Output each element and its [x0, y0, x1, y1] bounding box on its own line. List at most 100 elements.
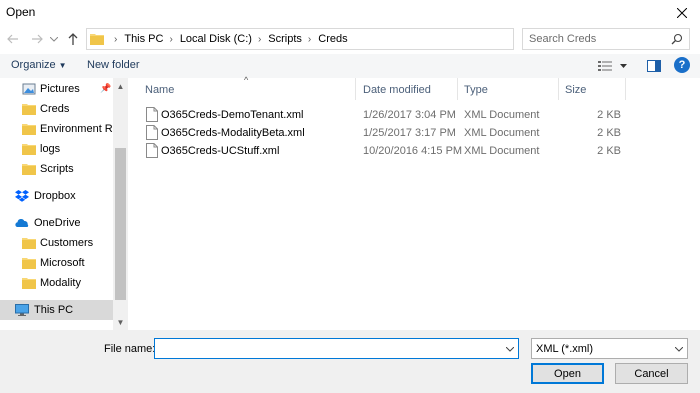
cancel-button[interactable]: Cancel — [615, 363, 688, 384]
organize-button[interactable]: Organize ▼ — [11, 59, 67, 71]
back-arrow-icon — [7, 34, 18, 44]
sidebar-item-label: Environment Rep — [40, 123, 113, 135]
new-folder-button[interactable]: New folder — [87, 59, 140, 71]
pin-icon: 📌 — [100, 83, 112, 93]
dialog-footer: File name: XML (*.xml) Open Cancel — [0, 330, 700, 393]
command-bar: Organize ▼ New folder ? — [0, 54, 700, 78]
change-view-button[interactable] — [598, 58, 630, 74]
breadcrumb-separator-icon: › — [307, 33, 312, 45]
table-row[interactable]: O365Creds-DemoTenant.xml 1/26/2017 3:04 … — [142, 106, 647, 124]
chevron-down-icon — [50, 36, 58, 42]
sidebar-item-customers[interactable]: Customers — [0, 233, 113, 253]
column-header-type[interactable]: Type — [464, 84, 488, 96]
caret-down-icon: ▼ — [58, 61, 67, 70]
forward-arrow-icon — [32, 34, 43, 44]
column-divider[interactable] — [625, 78, 626, 100]
breadcrumb-scripts[interactable]: Scripts — [268, 33, 302, 45]
file-name-dropdown-button[interactable] — [504, 343, 516, 355]
computer-icon — [15, 304, 29, 316]
column-header-date[interactable]: Date modified — [363, 84, 431, 96]
search-box[interactable] — [522, 28, 690, 50]
column-header-size[interactable]: Size — [565, 84, 586, 96]
breadcrumb-this-pc[interactable]: This PC — [124, 33, 163, 45]
column-divider[interactable] — [355, 78, 356, 100]
window-title: Open — [6, 5, 36, 19]
file-type: XML Document — [464, 145, 540, 157]
sidebar-item-this-pc[interactable]: This PC — [0, 300, 113, 320]
forward-button[interactable] — [28, 30, 46, 48]
file-size: 2 KB — [597, 109, 621, 121]
caret-down-icon — [620, 64, 627, 68]
close-icon — [677, 8, 687, 18]
sidebar-item-label: Dropbox — [34, 190, 76, 202]
sidebar-item-onedrive[interactable]: OneDrive — [0, 213, 113, 233]
file-name-combobox[interactable] — [154, 338, 519, 359]
breadcrumb-separator-icon: › — [169, 33, 173, 45]
breadcrumb-separator-icon: › — [114, 33, 118, 45]
open-button[interactable]: Open — [531, 363, 604, 384]
sidebar-item-logs[interactable]: logs — [0, 139, 113, 159]
file-name: O365Creds-UCStuff.xml — [161, 145, 280, 157]
back-button[interactable] — [4, 30, 22, 48]
sort-ascending-icon: ^ — [244, 75, 249, 85]
file-type: XML Document — [464, 109, 540, 121]
file-date: 1/25/2017 3:17 PM — [363, 127, 456, 139]
folder-icon — [22, 164, 36, 175]
file-name-label: File name: — [104, 343, 156, 355]
sidebar-item-environment-rep[interactable]: Environment Rep — [0, 119, 113, 139]
sidebar-item-scripts[interactable]: Scripts — [0, 159, 113, 179]
column-divider[interactable] — [558, 78, 559, 100]
folder-icon — [22, 104, 36, 115]
file-size: 2 KB — [597, 145, 621, 157]
close-button[interactable] — [664, 0, 700, 26]
search-input[interactable] — [529, 32, 659, 46]
file-size: 2 KB — [597, 127, 621, 139]
address-bar[interactable]: › This PC › Local Disk (C:) › Scripts › … — [86, 28, 595, 50]
navigation-scrollbar[interactable]: ▲ ▼ — [113, 78, 128, 330]
search-icon[interactable] — [669, 32, 685, 46]
folder-icon — [22, 258, 36, 269]
preview-pane-button[interactable] — [646, 58, 662, 74]
onedrive-icon — [15, 219, 29, 227]
sidebar-item-label: Pictures — [40, 83, 80, 95]
breadcrumb-local-disk[interactable]: Local Disk (C:) — [180, 33, 252, 45]
folder-icon — [90, 34, 104, 45]
sidebar-item-label: Modality — [40, 277, 81, 289]
up-button[interactable] — [64, 30, 82, 48]
dropbox-icon — [15, 190, 29, 202]
xml-file-icon — [146, 125, 158, 140]
file-list: ^ Name Date modified Type Size O365Creds… — [128, 75, 700, 330]
folder-icon — [22, 238, 36, 249]
breadcrumb: › This PC › Local Disk (C:) › Scripts › … — [108, 33, 348, 45]
column-divider[interactable] — [457, 78, 458, 100]
scroll-up-icon[interactable]: ▲ — [113, 80, 128, 92]
sidebar-item-microsoft[interactable]: Microsoft — [0, 253, 113, 273]
scroll-down-icon[interactable]: ▼ — [113, 316, 128, 328]
sidebar-item-pictures[interactable]: Pictures 📌 — [0, 79, 113, 99]
chevron-down-icon — [506, 346, 514, 352]
file-type-value: XML (*.xml) — [536, 343, 594, 355]
file-name: O365Creds-DemoTenant.xml — [161, 109, 304, 121]
folder-icon — [22, 144, 36, 155]
file-type-select[interactable]: XML (*.xml) — [531, 338, 688, 359]
sidebar-item-modality[interactable]: Modality — [0, 273, 113, 293]
file-name-input[interactable] — [158, 341, 498, 356]
table-row[interactable]: O365Creds-ModalityBeta.xml 1/25/2017 3:1… — [142, 124, 647, 142]
sidebar-item-creds[interactable]: Creds — [0, 99, 113, 119]
file-type-dropdown-button[interactable] — [673, 343, 685, 355]
recent-locations-button[interactable] — [45, 30, 63, 48]
table-row[interactable]: O365Creds-UCStuff.xml 10/20/2016 4:15 PM… — [142, 142, 647, 160]
sidebar-item-label: This PC — [34, 304, 74, 316]
column-header-name[interactable]: Name — [145, 84, 174, 96]
chevron-down-icon — [675, 346, 683, 352]
sidebar-item-dropbox[interactable]: Dropbox — [0, 186, 113, 206]
sidebar-item-label: Creds — [40, 103, 70, 115]
folder-icon — [22, 124, 36, 135]
scrollbar-thumb[interactable] — [115, 148, 126, 300]
breadcrumb-creds[interactable]: Creds — [318, 33, 347, 45]
help-button[interactable]: ? — [674, 57, 690, 73]
sidebar-item-label: OneDrive — [34, 217, 81, 229]
pictures-icon — [22, 83, 36, 95]
details-view-icon — [598, 61, 612, 71]
sidebar-item-label: Microsoft — [40, 257, 85, 269]
